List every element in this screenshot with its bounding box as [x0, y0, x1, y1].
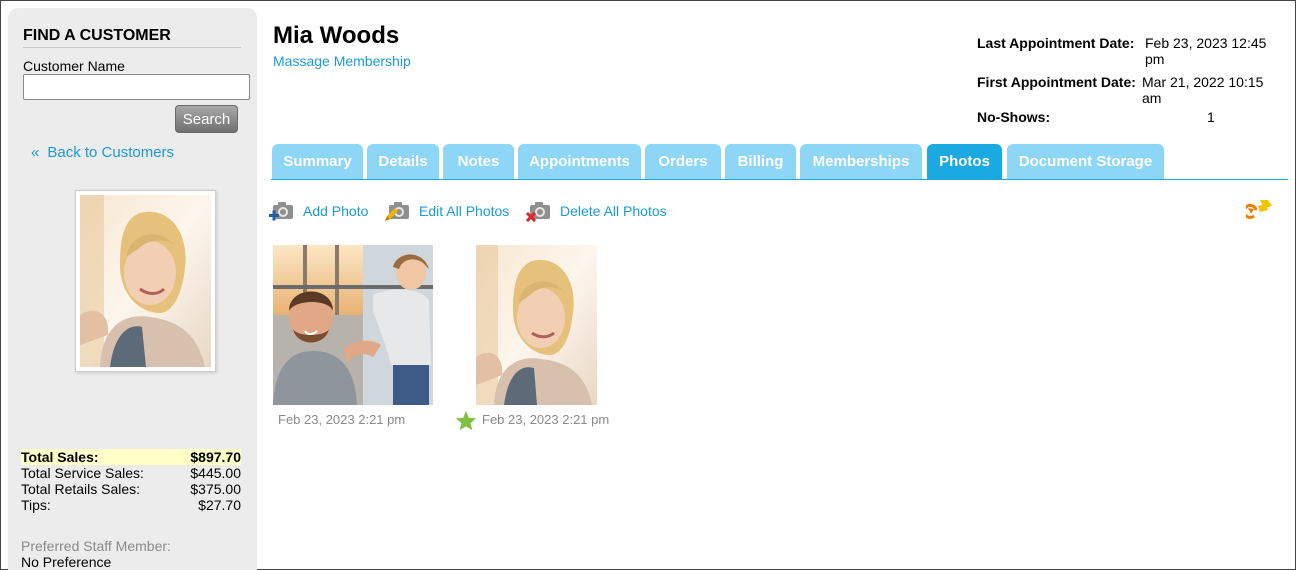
tab-billing[interactable]: Billing [725, 144, 796, 180]
preferred-staff-value: No Preference [21, 554, 112, 570]
membership-link[interactable]: Massage Membership [273, 53, 411, 69]
total-sales-row: Total Sales: $897.70 [21, 449, 241, 465]
camera-edit-icon [385, 202, 409, 221]
no-shows-value: 1 [1207, 109, 1215, 125]
profile-photo-image [80, 195, 211, 367]
edit-all-photos-button[interactable]: Edit All Photos [385, 200, 509, 222]
customer-name-title: Mia Woods [273, 22, 400, 49]
search-button[interactable]: Search [175, 105, 238, 133]
tab-orders[interactable]: Orders [645, 144, 721, 180]
photo-thumbnail-1[interactable] [273, 245, 433, 405]
tips-row: Tips: $27.70 [21, 497, 241, 513]
tips-value: $27.70 [198, 497, 241, 513]
customer-name-label: Customer Name [23, 58, 125, 74]
photo-caption-2: Feb 23, 2023 2:21 pm [482, 412, 610, 427]
total-service-sales-row: Total Service Sales: $445.00 [21, 465, 241, 481]
back-chevron-icon: « [31, 144, 40, 161]
photo-thumbnail-2[interactable] [476, 245, 597, 405]
camera-delete-icon [526, 202, 550, 222]
customer-profile-photo [75, 190, 216, 372]
delete-all-photos-label: Delete All Photos [560, 203, 667, 219]
tips-label: Tips: [21, 497, 51, 513]
total-service-sales-label: Total Service Sales: [21, 465, 144, 481]
customer-name-input[interactable] [23, 74, 250, 100]
delete-all-photos-button[interactable]: Delete All Photos [526, 200, 667, 222]
tab-photos[interactable]: Photos [927, 144, 1002, 180]
tab-document-storage[interactable]: Document Storage [1007, 144, 1164, 180]
tab-notes[interactable]: Notes [443, 144, 514, 180]
first-appointment-value: Mar 21, 2022 10:15 am [1142, 74, 1264, 106]
add-photo-button[interactable]: Add Photo [269, 200, 368, 222]
total-retail-sales-row: Total Retails Sales: $375.00 [21, 481, 241, 497]
total-service-sales-value: $445.00 [190, 465, 241, 481]
preferred-staff-label: Preferred Staff Member: [21, 538, 171, 554]
total-retail-sales-label: Total Retails Sales: [21, 481, 141, 497]
no-shows-label: No-Shows: [977, 109, 1051, 125]
last-appointment-label: Last Appointment Date: [977, 35, 1135, 51]
photo-image-2 [476, 245, 597, 405]
total-retail-sales-value: $375.00 [190, 481, 241, 497]
first-appointment-label: First Appointment Date: [977, 74, 1136, 90]
back-to-customers-link[interactable]: « Back to Customers [31, 144, 174, 161]
sales-totals: Total Sales: $897.70 Total Service Sales… [21, 449, 241, 513]
star-icon [455, 410, 477, 431]
add-photo-label: Add Photo [303, 203, 369, 219]
sidebar: FIND A CUSTOMER Customer Name Search « Ba… [8, 8, 257, 570]
camera-add-icon [269, 202, 293, 221]
tab-memberships[interactable]: Memberships [800, 144, 922, 180]
tab-appointments[interactable]: Appointments [518, 144, 641, 180]
last-appointment-value: Feb 23, 2023 12:45 pm [1145, 35, 1267, 67]
back-to-customers-label: Back to Customers [47, 144, 175, 161]
tab-summary[interactable]: Summary [272, 144, 363, 180]
photo-caption-1: Feb 23, 2023 2:21 pm [278, 412, 406, 427]
total-sales-label: Total Sales: [21, 449, 99, 465]
find-customer-title: FIND A CUSTOMER [23, 27, 241, 48]
total-sales-value: $897.70 [190, 449, 241, 465]
tabs-underline [271, 179, 1288, 180]
edit-all-photos-label: Edit All Photos [419, 203, 510, 219]
refresh-icon[interactable] [1246, 198, 1274, 222]
photo-image-1 [273, 245, 433, 405]
tab-details[interactable]: Details [367, 144, 439, 180]
